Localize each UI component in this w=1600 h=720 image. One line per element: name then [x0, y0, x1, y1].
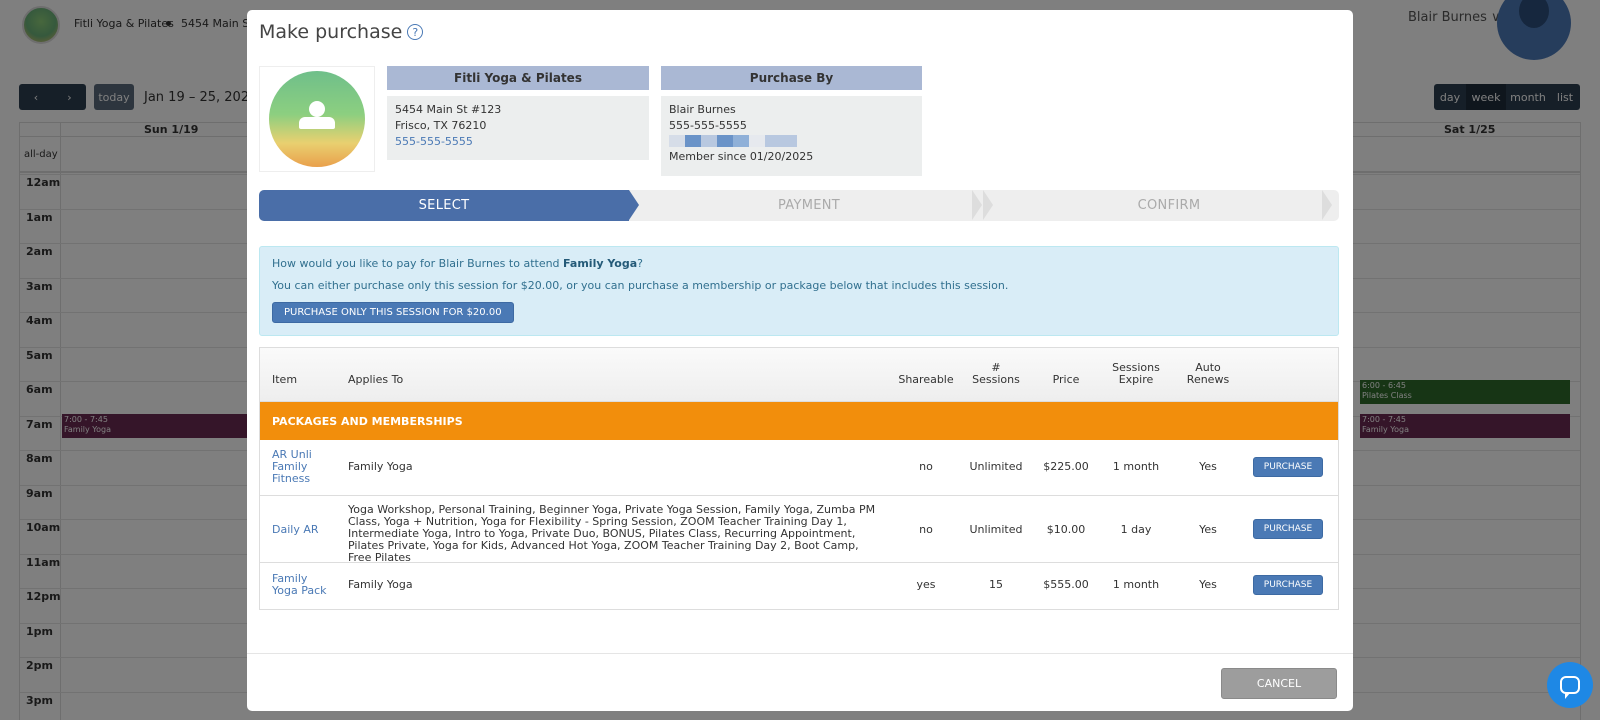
table-row: Daily AR Yoga Workshop, Personal Trainin… — [260, 496, 1338, 564]
table-row: Family Yoga Pack Family Yoga yes 15 $555… — [260, 563, 1338, 609]
business-address-line1: 5454 Main St #123 — [395, 103, 502, 116]
shareable: no — [919, 460, 933, 473]
purchase-by-header: Purchase By — [661, 66, 922, 90]
business-address-line2: Frisco, TX 76210 — [395, 119, 487, 132]
purchase-options-text: You can either purchase only this sessio… — [272, 279, 1009, 292]
header-renews: Auto Renews — [1158, 362, 1258, 386]
purchaser-name: Blair Burnes — [669, 103, 736, 116]
auto-renews: Yes — [1199, 460, 1217, 473]
step-separator — [983, 190, 993, 220]
header-shareable: Shareable — [898, 373, 954, 386]
purchase-button[interactable]: PURCHASE — [1253, 519, 1323, 539]
attend-question: How would you like to pay for Blair Burn… — [272, 257, 1326, 271]
chat-launcher-button[interactable] — [1547, 662, 1593, 708]
redacted-placeholder — [669, 135, 914, 147]
purchase-by-details: Blair Burnes 555-555-5555 Member since 0… — [661, 96, 922, 176]
header-item: Item — [272, 373, 298, 386]
step-payment: PAYMENT — [777, 198, 841, 213]
purchase-by-box: Purchase By Blair Burnes 555-555-5555 Me… — [661, 66, 922, 176]
shareable: no — [919, 523, 933, 536]
auto-renews: Yes — [1199, 578, 1217, 591]
table-header: Item Applies To Shareable # Sessions Pric… — [260, 348, 1338, 402]
help-icon[interactable]: ? — [407, 24, 424, 40]
purchase-button[interactable]: PURCHASE — [1253, 575, 1323, 595]
step-separator — [972, 190, 982, 220]
modal-title: Make purchase ? — [259, 21, 424, 43]
session-info-alert: How would you like to pay for Blair Burn… — [259, 246, 1339, 336]
member-since: Member since 01/20/2025 — [669, 150, 814, 163]
header-sessions-line2: Sessions — [972, 373, 1020, 386]
make-purchase-modal: Make purchase ? Fitli Yoga & Pilates 545… — [247, 10, 1353, 711]
business-phone-link[interactable]: 555-555-5555 — [395, 134, 641, 150]
item-link[interactable]: AR Unli Family Fitness — [272, 449, 332, 485]
purchase-button[interactable]: PURCHASE — [1253, 457, 1323, 477]
auto-renews: Yes — [1199, 523, 1217, 536]
business-details: 5454 Main St #123 Frisco, TX 76210 555-5… — [387, 96, 649, 160]
item-link[interactable]: Family Yoga Pack — [272, 573, 332, 597]
business-header: Fitli Yoga & Pilates — [387, 66, 649, 90]
step-select: SELECT — [259, 190, 639, 221]
class-name: Family Yoga — [563, 257, 638, 270]
cancel-button[interactable]: CANCEL — [1221, 668, 1337, 699]
modal-title-text: Make purchase — [259, 21, 403, 43]
header-applies-to: Applies To — [348, 373, 404, 386]
business-logo — [259, 66, 375, 172]
question-mark: ? — [637, 257, 643, 270]
header-expire-line2: Expire — [1118, 373, 1154, 386]
question-text: How would you like to pay for Blair Burn… — [272, 257, 564, 270]
item-link[interactable]: Daily AR — [272, 524, 332, 536]
yoga-logo-image — [269, 71, 365, 167]
packages-table: Item Applies To Shareable # Sessions Pric… — [259, 347, 1339, 610]
applies-to: Family Yoga — [348, 460, 413, 473]
purchase-wizard-steps: SELECT PAYMENT CONFIRM — [259, 190, 1339, 221]
step-confirm: CONFIRM — [1137, 198, 1201, 213]
section-packages-memberships: PACKAGES AND MEMBERSHIPS — [260, 402, 1338, 440]
modal-footer: CANCEL — [247, 653, 1353, 711]
shareable: yes — [916, 578, 936, 591]
purchase-single-session-button[interactable]: PURCHASE ONLY THIS SESSION FOR $20.00 — [272, 302, 514, 323]
business-info-box: Fitli Yoga & Pilates 5454 Main St #123 F… — [387, 66, 649, 160]
purchaser-phone: 555-555-5555 — [669, 119, 747, 132]
step-separator — [1322, 190, 1332, 220]
header-renews-line2: Renews — [1186, 373, 1230, 386]
applies-to: Yoga Workshop, Personal Training, Beginn… — [348, 503, 876, 564]
table-row: AR Unli Family Fitness Family Yoga no Un… — [260, 440, 1338, 496]
chat-icon — [1560, 676, 1580, 699]
applies-to: Family Yoga — [348, 578, 413, 591]
